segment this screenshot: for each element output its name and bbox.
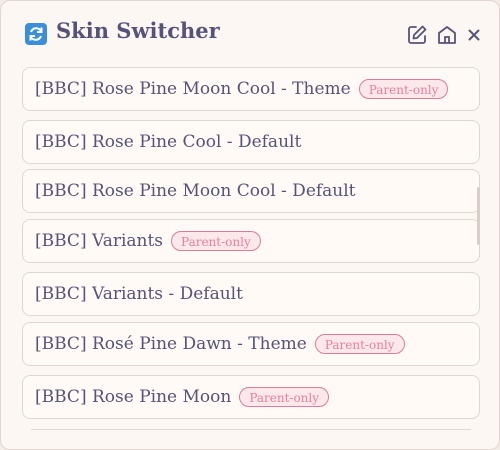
skin-item[interactable]: [BBC] Rose Pine Moon Cool - Default bbox=[22, 169, 480, 213]
parent-only-badge: Parent-only bbox=[314, 334, 405, 354]
close-icon bbox=[468, 29, 480, 41]
page-title: Skin Switcher bbox=[56, 18, 220, 43]
skin-list[interactable]: [BBC] Rose Pine Moon Cool - Theme Parent… bbox=[22, 67, 480, 449]
skin-item[interactable]: [BBC] Rosé Pine Dawn - Theme Parent-only bbox=[22, 322, 480, 366]
header: Skin Switcher bbox=[1, 1, 499, 67]
skin-item-label: [BBC] Rose Pine Cool - Default bbox=[35, 132, 302, 152]
skin-switcher-window: Skin Switcher [BBC] Rose Pine Moon Cool … bbox=[0, 0, 500, 450]
skin-item[interactable]: [BBC] Rose Pine Moon Parent-only bbox=[22, 375, 480, 419]
skin-item[interactable]: [BBC] Variants Parent-only bbox=[22, 219, 480, 263]
skin-item[interactable]: [BBC] Variants - Default bbox=[22, 272, 480, 316]
close-button[interactable] bbox=[462, 23, 486, 47]
skin-item-label: [BBC] Variants - Default bbox=[35, 284, 243, 304]
home-button[interactable] bbox=[435, 23, 459, 47]
edit-icon bbox=[408, 25, 427, 44]
divider bbox=[31, 429, 471, 430]
skin-item[interactable]: [BBC] Rose Pine Cool - Default bbox=[22, 120, 480, 164]
scrollbar[interactable] bbox=[477, 187, 480, 245]
edit-button[interactable] bbox=[405, 23, 429, 47]
skin-item-label: [BBC] Rosé Pine Dawn - Theme bbox=[35, 334, 307, 354]
parent-only-badge: Parent-only bbox=[171, 231, 261, 251]
parent-only-badge: Parent-only bbox=[239, 387, 330, 407]
skin-item-label: [BBC] Variants bbox=[35, 231, 164, 251]
skin-item-label: [BBC] Rose Pine Moon Cool - Default bbox=[35, 181, 356, 201]
skin-item[interactable]: [BBC] Rose Pine Moon Cool - Theme Parent… bbox=[22, 67, 480, 111]
home-icon bbox=[438, 26, 456, 44]
skin-item-label: [BBC] Rose Pine Moon Cool - Theme bbox=[35, 79, 351, 99]
skin-item-label: [BBC] Rose Pine Moon bbox=[35, 387, 232, 407]
refresh-icon bbox=[25, 23, 47, 45]
parent-only-badge: Parent-only bbox=[358, 79, 449, 99]
